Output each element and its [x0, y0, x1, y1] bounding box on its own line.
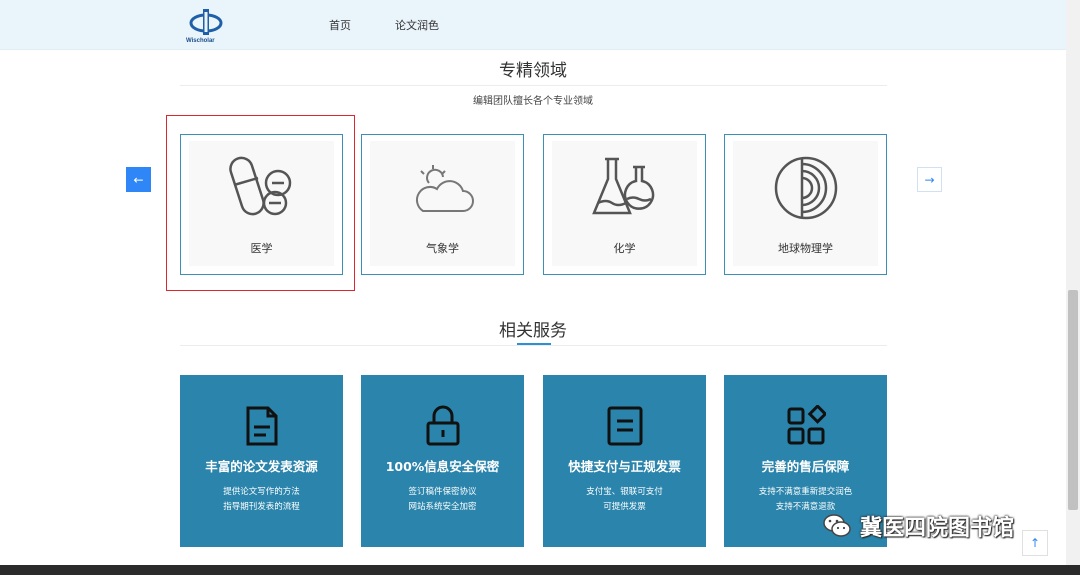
shapes-icon [787, 405, 826, 445]
services-section-title: 相关服务 [499, 321, 567, 341]
site-header: Wischolar 首页 论文润色 [0, 0, 1066, 50]
divider [180, 345, 887, 346]
field-card-medicine[interactable]: 医学 [180, 134, 343, 275]
scrollbar-thumb[interactable] [1068, 290, 1078, 510]
carousel-prev-button[interactable]: ← [126, 167, 151, 192]
service-card-publishing[interactable]: 丰富的论文发表资源 提供论文写作的方法 指导期刊发表的流程 [180, 375, 343, 547]
logo-text: Wischolar [186, 38, 215, 44]
service-card-security[interactable]: 100%信息安全保密 签订稿件保密协议 网站系统安全加密 [361, 375, 524, 547]
invoice-icon [607, 406, 642, 446]
service-title: 丰富的论文发表资源 [205, 459, 318, 474]
service-title: 快捷支付与正规发票 [568, 459, 681, 474]
cloud-sun-icon [415, 165, 474, 212]
flask-icon [591, 157, 654, 215]
lock-icon [426, 405, 459, 446]
service-title: 100%信息安全保密 [385, 459, 500, 474]
arrow-left-icon: ← [133, 172, 144, 187]
field-label: 化学 [613, 242, 636, 255]
carousel-next-button[interactable]: → [917, 167, 942, 192]
page-scrollbar[interactable] [1066, 0, 1080, 565]
field-label: 地球物理学 [778, 242, 833, 255]
arrow-up-icon: ↑ [1029, 536, 1041, 550]
fields-section-subtitle: 编辑团队擅长各个专业领域 [473, 96, 593, 107]
nav-home[interactable]: 首页 [329, 17, 351, 33]
field-card-chemistry[interactable]: 化学 [543, 134, 706, 275]
arrow-right-icon: → [924, 172, 935, 187]
wechat-icon [823, 514, 851, 537]
service-desc: 网站系统安全加密 [408, 502, 477, 512]
field-card-geophysics[interactable]: 地球物理学 [724, 134, 887, 275]
document-icon [246, 406, 277, 446]
service-desc: 指导期刊发表的流程 [223, 502, 300, 512]
pills-icon [228, 156, 291, 216]
field-card-meteorology[interactable]: 气象学 [361, 134, 524, 275]
watermark: 冀医四院图书馆 [822, 508, 1047, 544]
footer-bar [0, 565, 1080, 575]
watermark-text: 冀医四院图书馆 [860, 516, 1015, 541]
field-label: 医学 [250, 242, 273, 255]
field-label: 气象学 [426, 242, 459, 255]
title-accent-bar [517, 343, 551, 345]
service-desc: 提供论文写作的方法 [223, 487, 300, 497]
divider [180, 85, 887, 86]
service-desc: 签订稿件保密协议 [408, 487, 477, 497]
service-desc: 支持不满意重新提交润色 [758, 487, 853, 497]
earth-layers-icon [774, 156, 837, 220]
service-card-payment[interactable]: 快捷支付与正规发票 支付宝、银联可支付 可提供发票 [543, 375, 706, 547]
nav-polishing[interactable]: 论文润色 [395, 17, 439, 33]
service-desc: 可提供发票 [603, 502, 646, 512]
back-to-top-button[interactable]: ↑ [1022, 530, 1048, 556]
service-desc: 支付宝、银联可支付 [586, 487, 663, 497]
fields-section-title: 专精领域 [499, 61, 567, 81]
service-title: 完善的售后保障 [761, 459, 850, 474]
